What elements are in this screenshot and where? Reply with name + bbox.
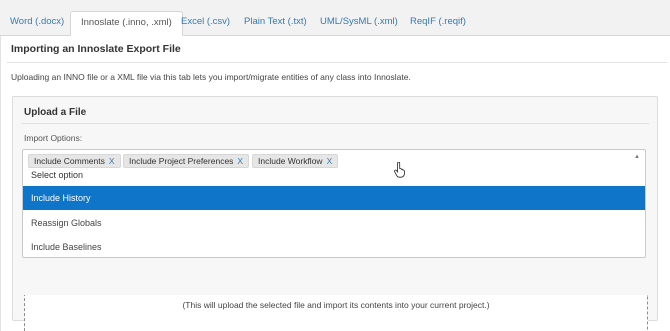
tab-uml-sysml[interactable]: UML/SysML (.xml): [310, 11, 408, 36]
tab-word[interactable]: Word (.docx): [0, 11, 74, 36]
chip-include-project-preferences: Include Project Preferences X: [123, 154, 250, 168]
chip-include-workflow: Include Workflow X: [252, 154, 339, 168]
divider: [7, 62, 667, 63]
drop-zone-note: (This will upload the selected file and …: [182, 300, 490, 310]
dropdown-item-include-baselines[interactable]: Include Baselines: [23, 235, 645, 259]
remove-icon[interactable]: X: [327, 156, 333, 166]
tab-reqif[interactable]: ReqIF (.reqif): [400, 11, 476, 36]
chip-label: Include Project Preferences: [129, 156, 234, 166]
section-title: Importing an Innoslate Export File: [11, 43, 181, 55]
hand-pointer-icon: [394, 162, 405, 178]
chip-include-comments: Include Comments X: [28, 154, 121, 168]
upload-title: Upload a File: [24, 107, 87, 118]
divider: [21, 123, 649, 124]
import-tabs: Word (.docx) Innoslate (.inno, .xml) Exc…: [0, 0, 670, 36]
chip-label: Include Workflow: [258, 156, 323, 166]
tab-innoslate[interactable]: Innoslate (.inno, .xml): [70, 11, 183, 36]
section-description: Uploading an INNO file or a XML file via…: [11, 72, 411, 82]
remove-icon[interactable]: X: [237, 156, 243, 166]
tab-plain-text[interactable]: Plain Text (.txt): [234, 11, 317, 36]
remove-icon[interactable]: X: [109, 156, 115, 166]
chip-label: Include Comments: [34, 156, 105, 166]
file-drop-zone[interactable]: (This will upload the selected file and …: [24, 295, 648, 331]
import-options-label: Import Options:: [24, 133, 83, 143]
dropdown-item-reassign-globals[interactable]: Reassign Globals: [23, 211, 645, 235]
select-option-placeholder[interactable]: Select option: [31, 170, 83, 180]
tab-excel[interactable]: Excel (.csv): [171, 11, 240, 36]
import-options-select[interactable]: Include Comments X Include Project Prefer…: [22, 149, 646, 258]
caret-up-icon[interactable]: ▲: [634, 154, 640, 160]
dropdown-item-include-history[interactable]: Include History: [23, 186, 645, 210]
